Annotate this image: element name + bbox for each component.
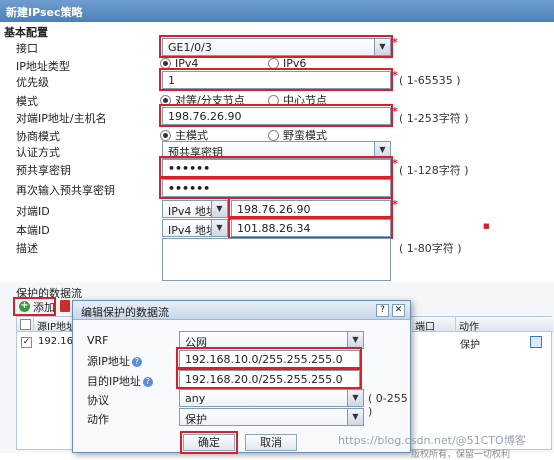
radio-dot-icon bbox=[268, 129, 279, 141]
required-mark: * bbox=[392, 69, 398, 82]
close-icon[interactable]: ✕ bbox=[392, 304, 405, 317]
psk-confirm-input[interactable]: •••••• bbox=[162, 179, 391, 197]
required-mark: * bbox=[392, 157, 398, 170]
vrf-value: 公网 bbox=[185, 336, 207, 349]
radio-dot-icon bbox=[268, 58, 279, 69]
required-mark: * bbox=[392, 36, 398, 49]
local-id-label: 本端ID bbox=[16, 224, 50, 237]
desc-hint: ( 1-80字符 ) bbox=[399, 242, 462, 255]
action-value: 保护 bbox=[185, 413, 207, 426]
radio-peer-branch[interactable]: 对等/分支节点 bbox=[160, 92, 245, 108]
peer-ip-label: 对端IP地址/主机名 bbox=[16, 112, 107, 125]
local-id-type: IPv4 地址 bbox=[168, 224, 217, 237]
header-checkbox-cell bbox=[17, 317, 34, 332]
ok-button[interactable]: 确定 bbox=[183, 434, 235, 451]
peer-ip-input[interactable]: 198.76.26.90 bbox=[162, 107, 391, 125]
dst-ip-label: 目的IP地址? bbox=[87, 373, 153, 389]
psk-label: 预共享密钥 bbox=[16, 164, 71, 177]
priority-label: 优先级 bbox=[16, 76, 49, 89]
delete-icon[interactable] bbox=[60, 300, 70, 312]
radio-center[interactable]: 中心节点 bbox=[268, 92, 327, 108]
src-ip-input[interactable]: 192.168.10.0/255.255.255.0 bbox=[179, 350, 360, 368]
question-icon[interactable]: ? bbox=[142, 377, 153, 387]
chevron-down-icon[interactable]: ▼ bbox=[374, 142, 390, 158]
help-icon[interactable]: ? bbox=[376, 304, 389, 317]
chevron-down-icon[interactable]: ▼ bbox=[347, 332, 363, 348]
radio-ipv6[interactable]: IPv6 bbox=[268, 57, 306, 70]
dst-ip-label-text: 目的IP地址 bbox=[87, 375, 141, 388]
row-checkbox[interactable]: ✓ bbox=[21, 337, 32, 348]
add-button-label: 添加 bbox=[33, 300, 55, 314]
peer-id-label: 对端ID bbox=[16, 205, 50, 218]
auth-select[interactable]: 预共享密钥 ▼ bbox=[162, 141, 391, 159]
checkbox-all[interactable] bbox=[20, 319, 31, 330]
radio-dot-icon bbox=[160, 129, 171, 141]
protocol-value: any bbox=[185, 392, 206, 405]
radio-ipv6-label: IPv6 bbox=[283, 57, 307, 70]
interface-label: 接口 bbox=[16, 42, 38, 55]
header-action: 动作 bbox=[456, 317, 553, 333]
psk-hint: ( 1-128字符 ) bbox=[399, 164, 469, 177]
edit-icon[interactable] bbox=[530, 336, 542, 348]
radio-ipv4[interactable]: IPv4 bbox=[160, 57, 198, 70]
window-title: 新建IPsec策略 bbox=[0, 0, 554, 22]
chevron-down-icon[interactable]: ▼ bbox=[211, 201, 227, 217]
auth-value: 预共享密钥 bbox=[168, 146, 223, 159]
cancel-button[interactable]: 取消 bbox=[245, 434, 297, 451]
chevron-down-icon[interactable]: ▼ bbox=[374, 39, 390, 55]
vrf-label: VRF bbox=[87, 334, 109, 347]
question-icon[interactable]: ? bbox=[131, 357, 142, 367]
mode-label: 模式 bbox=[16, 95, 38, 108]
action-label: 动作 bbox=[87, 413, 109, 426]
dst-ip-input[interactable]: 192.168.20.0/255.255.255.0 bbox=[179, 370, 360, 388]
vrf-select[interactable]: 公网 ▼ bbox=[179, 331, 364, 349]
negotiation-label: 协商模式 bbox=[16, 130, 60, 143]
radio-ipv4-label: IPv4 bbox=[175, 57, 199, 70]
psk-confirm-label: 再次输入预共享密钥 bbox=[16, 184, 115, 197]
radio-dot-icon bbox=[160, 94, 171, 106]
src-ip-label: 源IP地址? bbox=[87, 353, 142, 369]
section-basic-title: 基本配置 bbox=[4, 26, 48, 39]
chevron-down-icon[interactable]: ▼ bbox=[347, 409, 363, 425]
priority-input[interactable]: 1 bbox=[162, 71, 391, 89]
peer-id-input[interactable]: 198.76.26.90 bbox=[231, 200, 391, 218]
dialog-title: 编辑保护的数据流 bbox=[73, 301, 410, 320]
radio-peer-branch-label: 对等/分支节点 bbox=[175, 94, 245, 107]
local-id-input[interactable]: 101.88.26.34 bbox=[231, 219, 391, 237]
radio-dot-icon bbox=[268, 94, 279, 106]
ip-type-label: IP地址类型 bbox=[16, 60, 70, 73]
radio-dot-icon bbox=[160, 58, 171, 69]
auth-label: 认证方式 bbox=[16, 146, 60, 159]
edit-flow-dialog: 编辑保护的数据流 ? ✕ VRF 公网 ▼ 源IP地址? 192.168.10.… bbox=[72, 300, 411, 454]
peer-id-type: IPv4 地址 bbox=[168, 205, 217, 218]
footer-note: 版权所有，保留一切权利 bbox=[411, 450, 511, 460]
interface-value: GE1/0/3 bbox=[168, 41, 212, 54]
protocol-label: 协议 bbox=[87, 394, 109, 407]
header-port: 端口 bbox=[412, 317, 456, 333]
src-ip-label-text: 源IP地址 bbox=[87, 355, 130, 368]
chevron-down-icon[interactable]: ▼ bbox=[211, 220, 227, 236]
action-select[interactable]: 保护 ▼ bbox=[179, 408, 364, 426]
interface-select[interactable]: GE1/0/3 ▼ bbox=[162, 38, 391, 56]
required-mark: * bbox=[392, 198, 398, 211]
red-dot-mark: ■ bbox=[483, 222, 490, 230]
desc-textarea[interactable] bbox=[162, 238, 391, 281]
add-button[interactable]: + 添加 bbox=[16, 299, 58, 314]
peer-id-type-select[interactable]: IPv4 地址 ▼ bbox=[162, 200, 228, 218]
row-action: 保护 bbox=[460, 340, 480, 351]
protocol-select[interactable]: any ▼ bbox=[179, 389, 364, 407]
psk-input[interactable]: •••••• bbox=[162, 159, 391, 177]
watermark: https://blog.csdn.net/@51CTO博客 bbox=[338, 434, 526, 447]
radio-center-label: 中心节点 bbox=[283, 94, 327, 107]
protocol-hint: ( 0-255 ) bbox=[368, 392, 408, 418]
plus-icon: + bbox=[19, 300, 30, 312]
local-id-type-select[interactable]: IPv4 地址 ▼ bbox=[162, 219, 228, 237]
priority-hint: ( 1-65535 ) bbox=[399, 74, 461, 87]
desc-label: 描述 bbox=[16, 242, 38, 255]
required-mark: * bbox=[392, 105, 398, 118]
peer-ip-hint: ( 1-253字符 ) bbox=[399, 112, 469, 125]
chevron-down-icon[interactable]: ▼ bbox=[347, 390, 363, 406]
